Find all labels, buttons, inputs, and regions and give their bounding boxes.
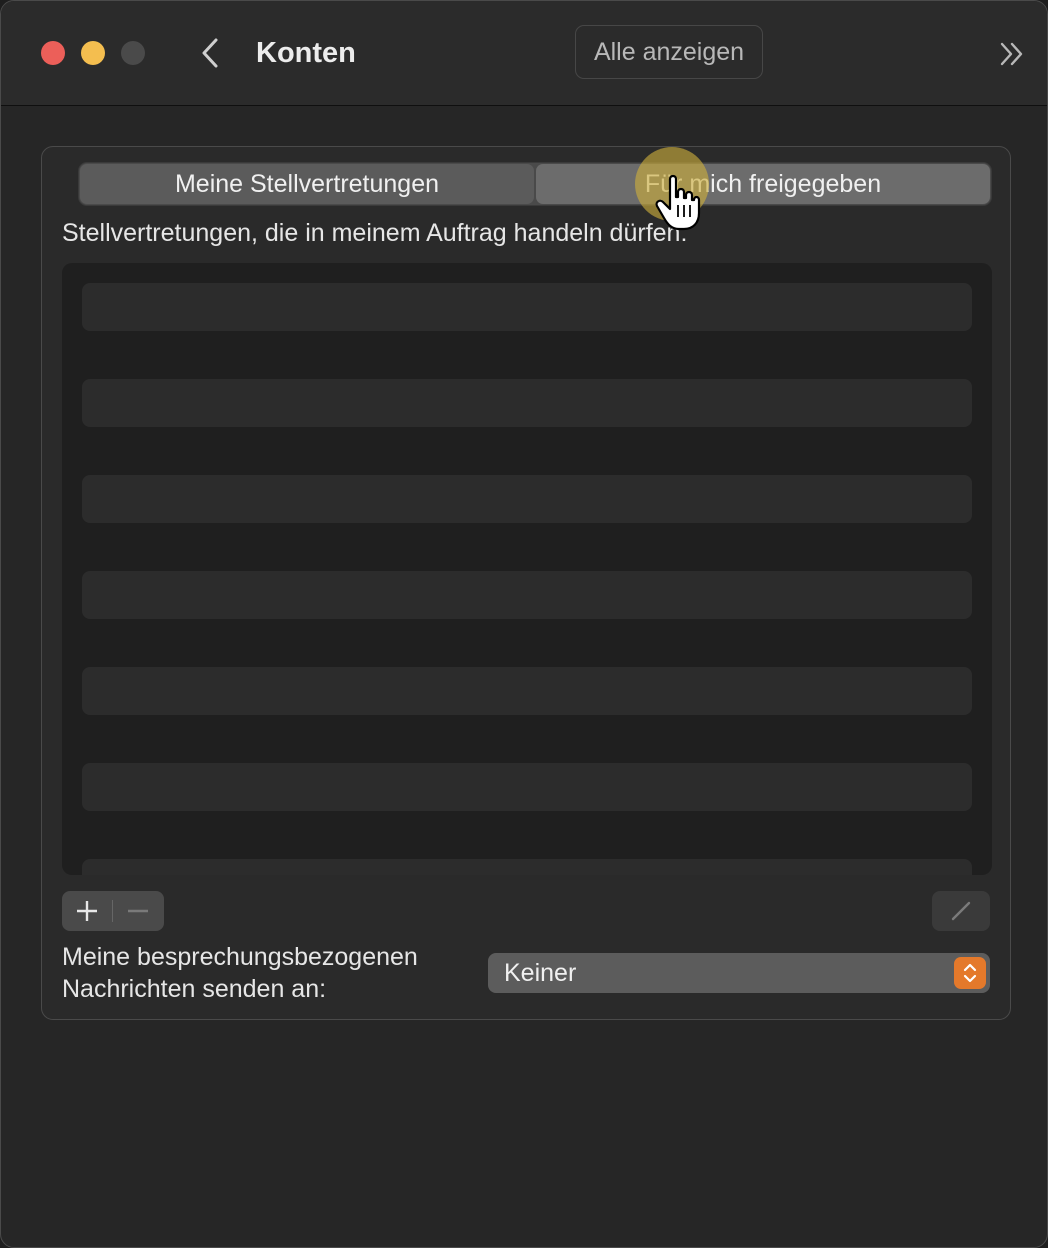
delegates-description: Stellvertretungen, die in meinem Auftrag… bbox=[62, 219, 688, 247]
overflow-button[interactable] bbox=[995, 37, 1029, 71]
minus-icon bbox=[128, 909, 148, 913]
tab-bar: Meine Stellvertretungen Für mich freigeg… bbox=[78, 162, 992, 206]
preferences-window: Konten Alle anzeigen Meine Stellvertretu… bbox=[0, 0, 1048, 1248]
double-chevron-right-icon bbox=[1000, 42, 1023, 66]
list-item[interactable] bbox=[82, 379, 972, 427]
hand-cursor-icon bbox=[655, 174, 701, 231]
meeting-messages-label: Meine besprechungsbezogenen Nachrichten … bbox=[62, 941, 418, 1005]
meeting-messages-label-line1: Meine besprechungsbezogenen bbox=[62, 943, 418, 971]
add-remove-control bbox=[62, 891, 164, 931]
delegates-list[interactable] bbox=[62, 263, 992, 875]
select-value: Keiner bbox=[504, 958, 577, 987]
tab-shared-with-me[interactable]: Für mich freigegeben bbox=[536, 164, 990, 204]
add-delegate-button[interactable] bbox=[62, 891, 112, 931]
delegates-panel: Meine Stellvertretungen Für mich freigeg… bbox=[41, 146, 1011, 1020]
meeting-messages-label-line2: Nachrichten senden an: bbox=[62, 975, 327, 1003]
tab-my-delegates[interactable]: Meine Stellvertretungen bbox=[80, 164, 534, 204]
meeting-messages-select[interactable]: Keiner bbox=[488, 953, 990, 993]
page-title: Konten bbox=[256, 37, 356, 69]
edit-delegate-button[interactable] bbox=[932, 891, 990, 931]
pencil-icon bbox=[951, 901, 971, 921]
show-all-button[interactable]: Alle anzeigen bbox=[575, 25, 763, 79]
back-button[interactable] bbox=[193, 33, 227, 73]
list-item[interactable] bbox=[82, 283, 972, 331]
list-item[interactable] bbox=[82, 571, 972, 619]
updown-chevron-icon bbox=[954, 957, 986, 989]
list-item[interactable] bbox=[82, 763, 972, 811]
chevron-left-icon bbox=[202, 38, 218, 68]
title-bar: Konten Alle anzeigen bbox=[1, 1, 1047, 106]
list-item[interactable] bbox=[82, 859, 972, 875]
list-item[interactable] bbox=[82, 667, 972, 715]
minimize-window-button[interactable] bbox=[81, 41, 105, 65]
remove-delegate-button[interactable] bbox=[113, 891, 163, 931]
list-item[interactable] bbox=[82, 475, 972, 523]
plus-icon bbox=[77, 901, 97, 921]
zoom-window-button[interactable] bbox=[121, 41, 145, 65]
close-window-button[interactable] bbox=[41, 41, 65, 65]
